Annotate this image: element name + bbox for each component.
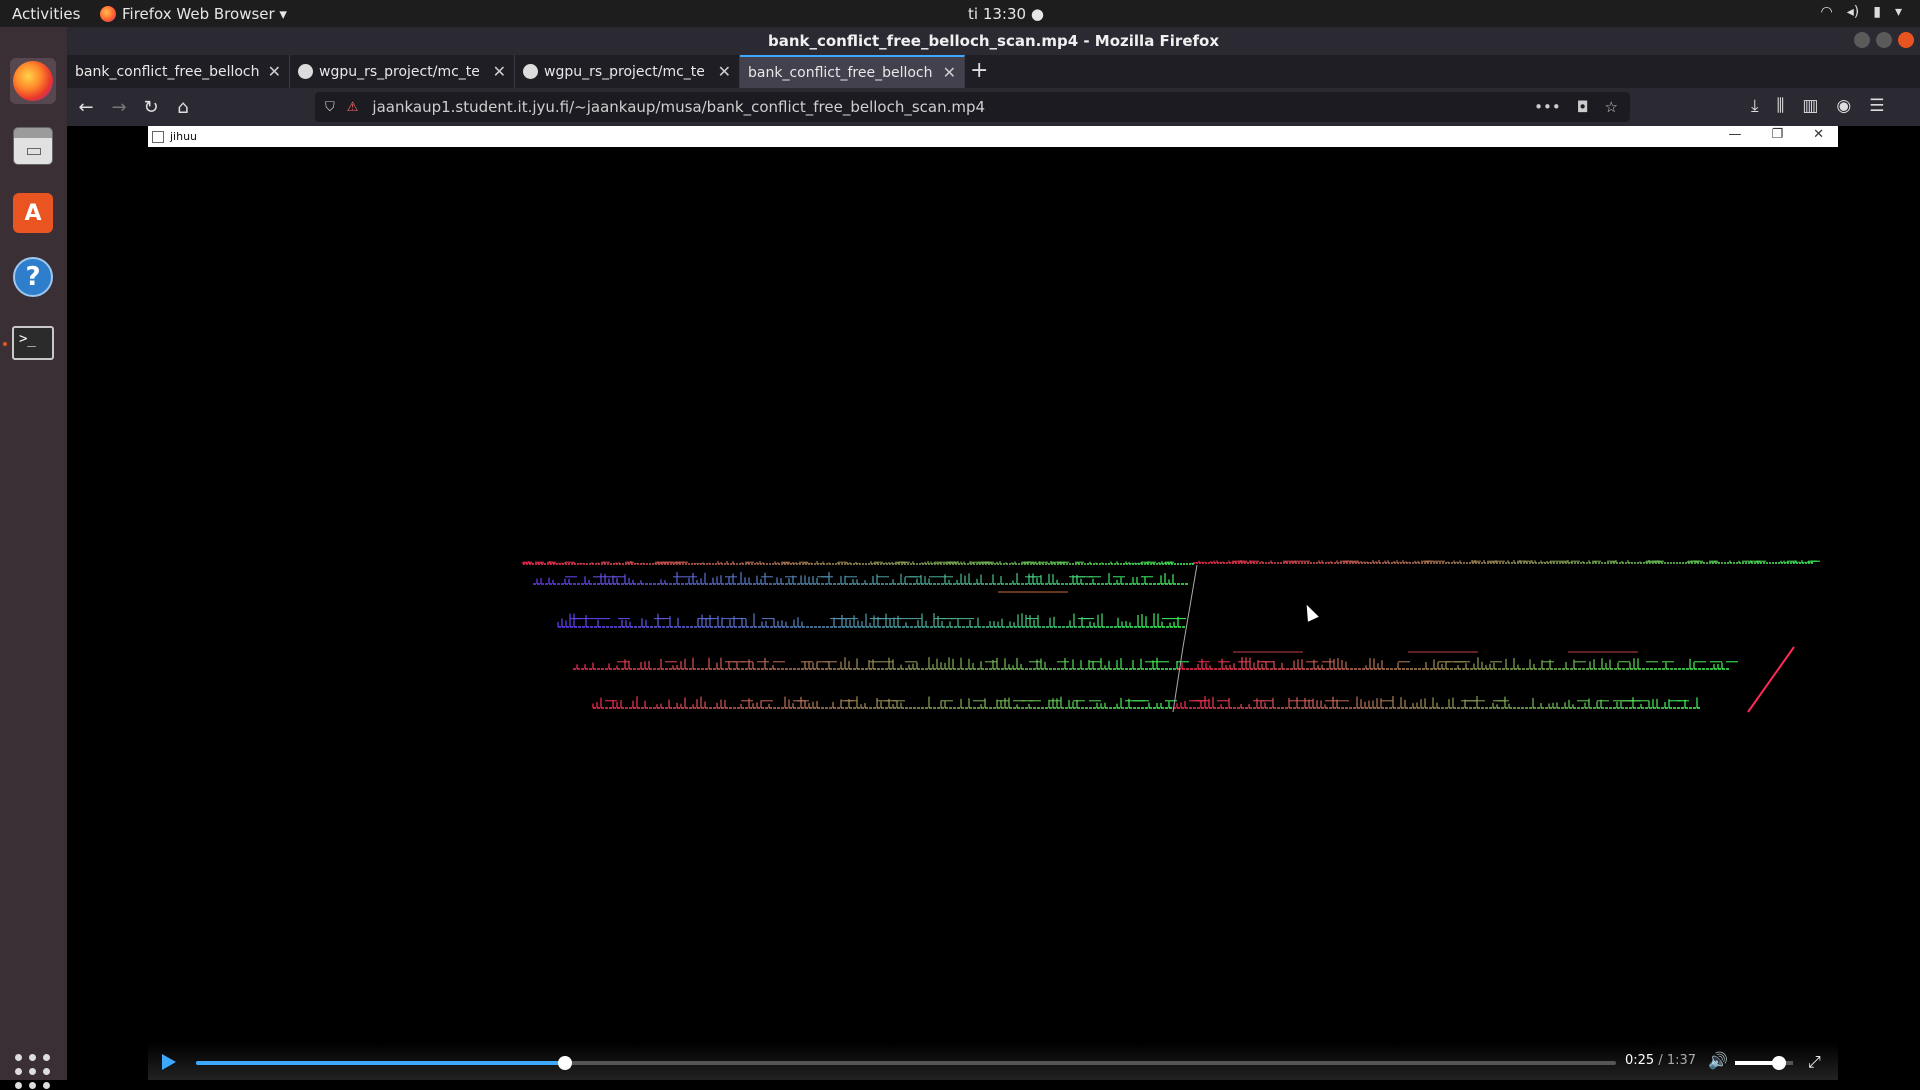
restore-icon: ❐ <box>1771 127 1784 142</box>
close-window-button[interactable] <box>1898 32 1914 48</box>
video-controls: 0:25 / 1:37 🔊 ⤢ <box>148 1043 1838 1080</box>
bookmark-star-icon[interactable]: ☆ <box>1605 98 1618 116</box>
firefox-icon <box>100 6 116 22</box>
close-icon: ✕ <box>1813 127 1824 142</box>
firefox-icon <box>13 61 53 101</box>
window-controls <box>1854 32 1914 48</box>
dock: A ? >_ <box>0 27 67 1089</box>
system-tray[interactable]: ◠ ◂) ▮ ▾ <box>1821 4 1902 20</box>
github-icon <box>523 64 538 79</box>
tab-label: bank_conflict_free_belloch_scan.mp4 <box>75 63 259 80</box>
forward-button[interactable]: → <box>108 97 130 118</box>
clock[interactable]: ti 13:30 ● <box>968 5 1044 23</box>
scan-stroke <box>1182 564 1198 648</box>
github-icon <box>298 64 313 79</box>
minimize-icon: — <box>1728 127 1742 142</box>
fullscreen-button[interactable]: ⤢ <box>1808 1052 1821 1072</box>
tab-strip: bank_conflict_free_belloch_scan.mp4 ✕ wg… <box>67 55 1920 88</box>
app-menu[interactable]: Firefox Web Browser ▾ <box>100 5 287 23</box>
library-icon[interactable]: ⫼ <box>1777 96 1785 116</box>
scan-rows <box>522 560 1820 713</box>
back-button[interactable]: ← <box>75 97 97 118</box>
toolbar-right: ⤓ ⫼ ▥ ◉ ☰ <box>1751 96 1885 116</box>
url-bar[interactable]: ⛉ ⚠ jaankaup1.student.it.jyu.fi/~jaankau… <box>315 92 1630 122</box>
app-menu-label: Firefox Web Browser ▾ <box>122 5 287 23</box>
maximize-button[interactable] <box>1876 32 1892 48</box>
tab-github-1[interactable]: wgpu_rs_project/mc_test ✕ <box>290 55 515 88</box>
new-tab-button[interactable]: + <box>970 58 988 83</box>
software-center-icon: A <box>13 193 53 233</box>
chevron-down-icon: ▾ <box>1894 4 1902 20</box>
account-icon[interactable]: ◉ <box>1836 96 1851 116</box>
firefox-window: bank_conflict_free_belloch_scan.mp4 - Mo… <box>67 27 1920 1080</box>
volume-icon: ◂) <box>1846 4 1860 20</box>
volume-slider[interactable] <box>1735 1056 1793 1070</box>
gnome-top-bar: Activities Firefox Web Browser ▾ ti 13:3… <box>0 0 1920 27</box>
files-icon <box>13 127 53 165</box>
scan-stroke <box>1172 646 1184 713</box>
sidebar-icon[interactable]: ▥ <box>1802 96 1818 116</box>
duration: / 1:37 <box>1658 1053 1697 1068</box>
dock-terminal[interactable]: >_ <box>10 320 56 366</box>
downloads-icon[interactable]: ⤓ <box>1751 96 1759 116</box>
recorded-window-title: jihuu <box>170 130 198 143</box>
tab-label: bank_conflict_free_belloch_scan.mp4 <box>748 64 932 81</box>
volume-icon[interactable]: 🔊 <box>1708 1051 1728 1070</box>
window-icon <box>152 130 164 143</box>
pocket-icon[interactable]: ◘ <box>1577 98 1589 116</box>
running-indicator <box>3 342 7 346</box>
show-applications-button[interactable] <box>15 1054 51 1090</box>
close-tab-icon[interactable]: ✕ <box>943 63 956 82</box>
scan-stroke <box>1747 646 1795 713</box>
wifi-icon: ◠ <box>1820 4 1833 20</box>
reload-button[interactable]: ↻ <box>140 97 162 118</box>
recorded-window-titlebar: jihuu — ❐ ✕ <box>148 126 1838 147</box>
video-player[interactable]: jihuu — ❐ ✕ 0:25 / 1:37 🔊 ⤢ <box>148 126 1838 1080</box>
window-title: bank_conflict_free_belloch_scan.mp4 - Mo… <box>767 32 1220 50</box>
seek-bar[interactable] <box>196 1056 1616 1070</box>
volume-handle[interactable] <box>1771 1056 1786 1070</box>
play-button[interactable] <box>162 1054 176 1070</box>
tracking-shield-icon[interactable]: ⛉ <box>325 100 335 115</box>
close-tab-icon[interactable]: ✕ <box>493 62 506 81</box>
tab-label: wgpu_rs_project/mc_test <box>319 63 479 80</box>
dock-software-center[interactable]: A <box>10 190 56 236</box>
menu-icon[interactable]: ☰ <box>1869 96 1884 116</box>
url-text: jaankaup1.student.it.jyu.fi/~jaankaup/mu… <box>372 98 986 116</box>
minimize-button[interactable] <box>1854 32 1870 48</box>
terminal-icon: >_ <box>12 326 54 360</box>
tab-github-2[interactable]: wgpu_rs_project/mc_test ✕ <box>515 55 740 88</box>
recorded-window-controls: — ❐ ✕ <box>1728 127 1824 142</box>
dock-firefox[interactable] <box>10 58 56 104</box>
close-tab-icon[interactable]: ✕ <box>268 62 281 81</box>
tab-video-1[interactable]: bank_conflict_free_belloch_scan.mp4 ✕ <box>67 55 290 88</box>
seek-progress <box>196 1061 566 1065</box>
scan-visualization <box>522 560 1820 713</box>
url-actions: ••• ◘ ☆ <box>1534 98 1618 116</box>
page-actions-icon[interactable]: ••• <box>1534 98 1561 116</box>
dock-help[interactable]: ? <box>10 254 56 300</box>
current-time: 0:25 <box>1625 1053 1655 1068</box>
battery-icon: ▮ <box>1873 4 1881 20</box>
tab-video-active[interactable]: bank_conflict_free_belloch_scan.mp4 ✕ <box>740 55 965 88</box>
time-display: 0:25 / 1:37 <box>1625 1053 1696 1068</box>
dock-files[interactable] <box>10 123 56 169</box>
activities-button[interactable]: Activities <box>12 5 80 23</box>
window-titlebar[interactable]: bank_conflict_free_belloch_scan.mp4 - Mo… <box>67 27 1920 55</box>
home-button[interactable]: ⌂ <box>172 97 194 118</box>
navigation-toolbar: ← → ↻ ⌂ ⛉ ⚠ jaankaup1.student.it.jyu.fi/… <box>67 88 1920 126</box>
seek-handle[interactable] <box>558 1056 573 1070</box>
help-icon: ? <box>13 257 53 297</box>
content-viewport: jihuu — ❐ ✕ 0:25 / 1:37 🔊 ⤢ <box>67 126 1920 1080</box>
tab-label: wgpu_rs_project/mc_test <box>544 63 704 80</box>
insecure-lock-icon[interactable]: ⚠ <box>347 100 359 115</box>
close-tab-icon[interactable]: ✕ <box>718 62 731 81</box>
